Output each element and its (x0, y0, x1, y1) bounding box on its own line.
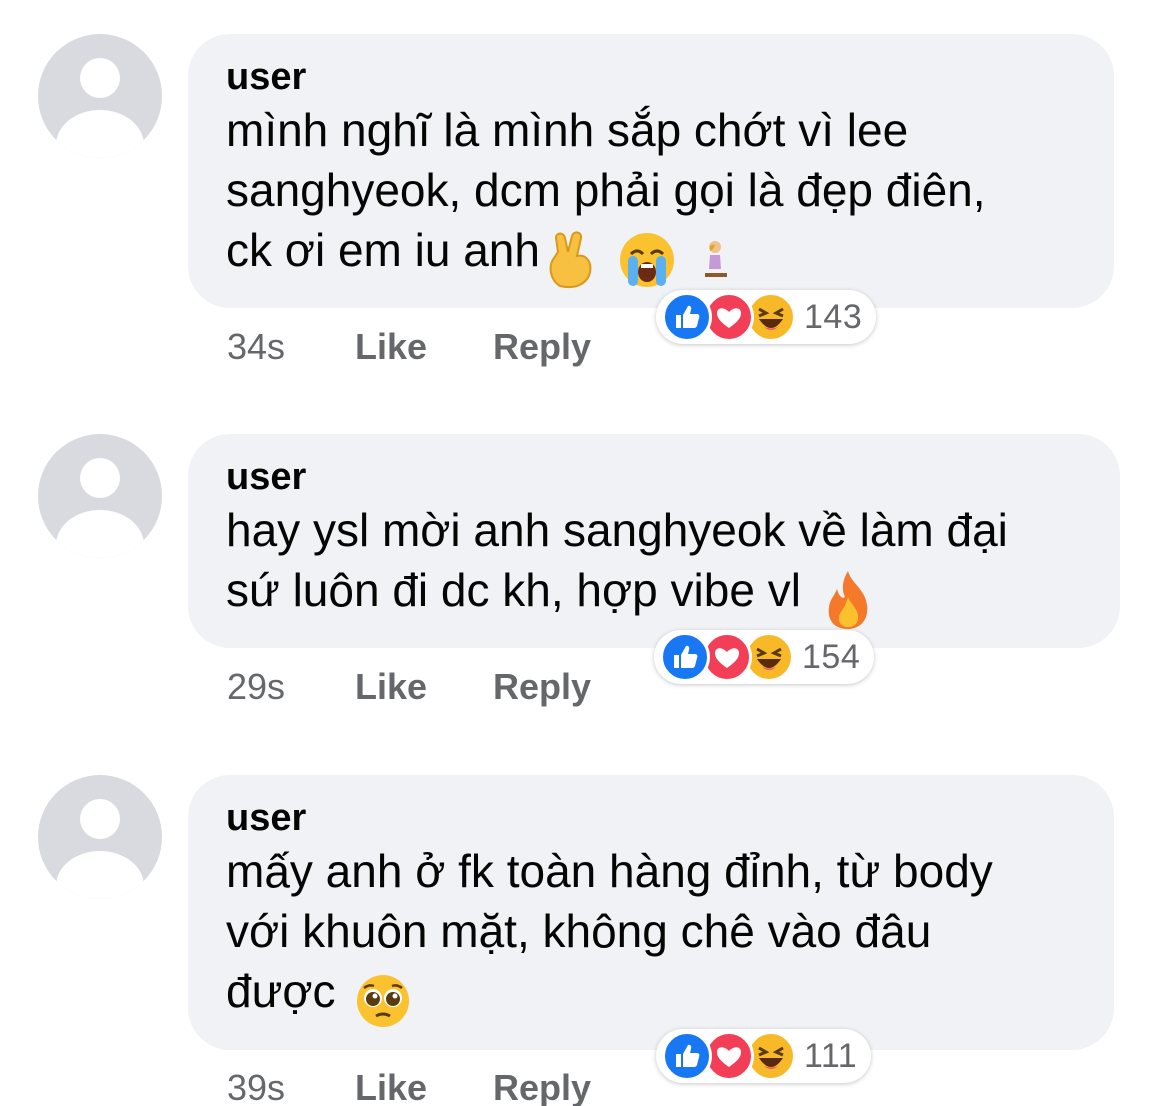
like-button[interactable]: Like (355, 326, 493, 368)
avatar-head-shape (80, 458, 120, 498)
like-reaction-icon (662, 292, 712, 342)
like-reaction-icon (660, 632, 710, 682)
comment-actions: 34s Like Reply (227, 326, 591, 368)
avatar[interactable] (38, 34, 162, 158)
like-reaction-icon (662, 1031, 712, 1081)
comment-text: mấy anh ở fk toàn hàng đỉnh, từ body với… (226, 845, 993, 1017)
comment-bubble: user mình nghĩ là mình sắp chớt vì lee s… (188, 34, 1114, 308)
reactions-summary[interactable]: 154 (654, 630, 875, 684)
comment-timestamp[interactable]: 34s (227, 326, 355, 368)
avatar-head-shape (80, 58, 120, 98)
avatar[interactable] (38, 775, 162, 899)
comment-actions: 29s Like Reply (227, 666, 591, 708)
avatar-head-shape (80, 799, 120, 839)
crossed-fingers-icon (544, 230, 598, 294)
comment-body: mình nghĩ là mình sắp chớt vì lee sanghy… (226, 100, 1076, 294)
reactions-summary[interactable]: 143 (656, 290, 877, 344)
fire-icon (821, 569, 875, 635)
reply-button[interactable]: Reply (493, 326, 591, 368)
reaction-count: 111 (804, 1036, 858, 1075)
comment-timestamp[interactable]: 29s (227, 666, 355, 708)
reply-button[interactable]: Reply (493, 666, 591, 708)
reply-button[interactable]: Reply (493, 1067, 591, 1106)
reaction-count: 154 (802, 637, 861, 676)
comment-timestamp[interactable]: 39s (227, 1067, 355, 1106)
comments-thread: user mình nghĩ là mình sắp chớt vì lee s… (0, 0, 1170, 1106)
comment-body: hay ysl mời anh sanghyeok về làm đại sứ … (226, 500, 1082, 635)
reaction-count: 143 (804, 297, 863, 336)
comment-bubble: user hay ysl mời anh sanghyeok về làm đạ… (188, 434, 1120, 648)
avatar-body-shape (56, 110, 144, 158)
avatar-body-shape (56, 510, 144, 558)
pleading-face-icon (354, 972, 412, 1034)
comment-text: mình nghĩ là mình sắp chớt vì lee sanghy… (226, 104, 986, 276)
comment-author[interactable]: user (226, 454, 1082, 500)
like-button[interactable]: Like (355, 666, 493, 708)
comment-bubble: user mấy anh ở fk toàn hàng đỉnh, từ bod… (188, 775, 1114, 1050)
avatar[interactable] (38, 434, 162, 558)
person-kneeling-icon (697, 239, 733, 285)
comment-author[interactable]: user (226, 795, 1076, 841)
like-button[interactable]: Like (355, 1067, 493, 1106)
comment-body: mấy anh ở fk toàn hàng đỉnh, từ body với… (226, 841, 1076, 1034)
loudly-crying-icon (617, 230, 677, 294)
reactions-summary[interactable]: 111 (656, 1029, 872, 1083)
comment-text: hay ysl mời anh sanghyeok về làm đại sứ … (226, 504, 1008, 616)
comment-author[interactable]: user (226, 54, 1076, 100)
comment-actions: 39s Like Reply (227, 1067, 591, 1106)
avatar-body-shape (56, 851, 144, 899)
